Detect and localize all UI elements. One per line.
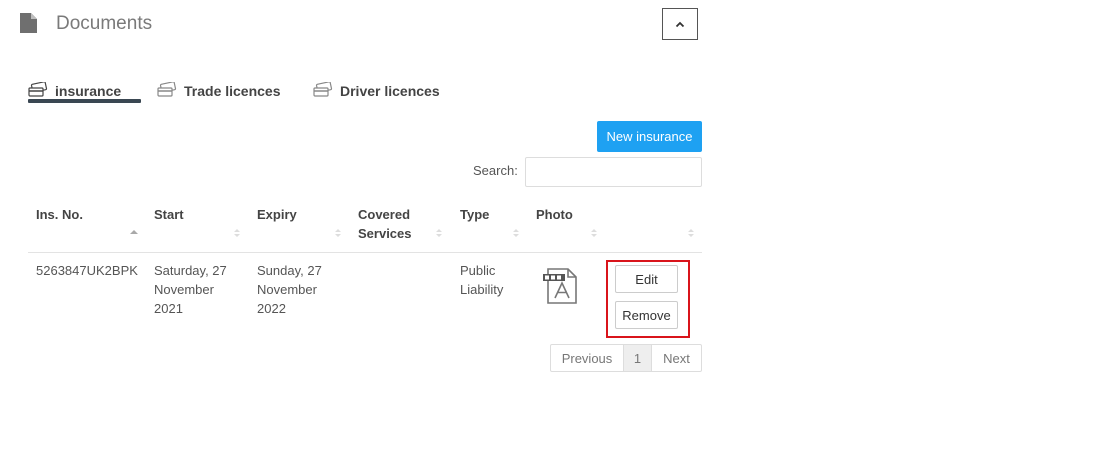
pagination: Previous 1 Next	[550, 344, 702, 372]
cell-ins-no: 5263847UK2BPK	[36, 263, 138, 278]
remove-button[interactable]: Remove	[615, 301, 678, 329]
document-icon	[20, 13, 37, 33]
table-header-divider	[28, 252, 702, 253]
chevron-up-icon	[675, 21, 685, 27]
column-header-ins-no[interactable]: Ins. No.	[36, 205, 136, 224]
search-label: Search:	[473, 163, 518, 178]
sort-both-icon[interactable]	[687, 228, 695, 238]
tab-insurance[interactable]: insurance	[28, 78, 142, 103]
sort-both-icon[interactable]	[334, 228, 342, 238]
edit-button[interactable]: Edit	[615, 265, 678, 293]
column-header-expiry[interactable]: Expiry	[257, 205, 347, 224]
sort-both-icon[interactable]	[590, 228, 598, 238]
documents-panel-header: Documents	[0, 0, 710, 50]
tab-label: Driver licences	[340, 82, 440, 99]
cards-icon	[28, 82, 48, 97]
cards-icon	[157, 82, 177, 97]
tab-trade-licences[interactable]: Trade licences	[157, 78, 281, 102]
cards-icon	[313, 82, 333, 97]
pagination-next[interactable]: Next	[651, 344, 702, 372]
tab-label: insurance	[55, 82, 122, 99]
pagination-previous[interactable]: Previous	[550, 344, 624, 372]
pdf-file-icon[interactable]	[542, 266, 580, 306]
cell-expiry: Sunday, 27 November 2022	[257, 263, 322, 316]
tab-label: Trade licences	[184, 82, 281, 99]
column-header-photo[interactable]: Photo	[536, 205, 596, 224]
cell-type: Public Liability	[460, 263, 504, 297]
sort-both-icon[interactable]	[435, 228, 443, 238]
pagination-page-1[interactable]: 1	[623, 344, 652, 372]
sort-both-icon[interactable]	[512, 228, 520, 238]
column-header-covered-services[interactable]: Covered Services	[358, 205, 428, 243]
panel-title: Documents	[56, 13, 153, 34]
sort-ascending-icon[interactable]	[130, 228, 138, 238]
new-insurance-button[interactable]: New insurance	[597, 121, 702, 152]
column-header-start[interactable]: Start	[154, 205, 244, 224]
cell-start: Saturday, 27 November 2021	[154, 263, 227, 316]
tab-driver-licences[interactable]: Driver licences	[313, 78, 440, 102]
sort-both-icon[interactable]	[233, 228, 241, 238]
column-header-type[interactable]: Type	[460, 205, 520, 224]
collapse-button[interactable]	[662, 8, 698, 40]
search-input[interactable]	[525, 157, 702, 187]
